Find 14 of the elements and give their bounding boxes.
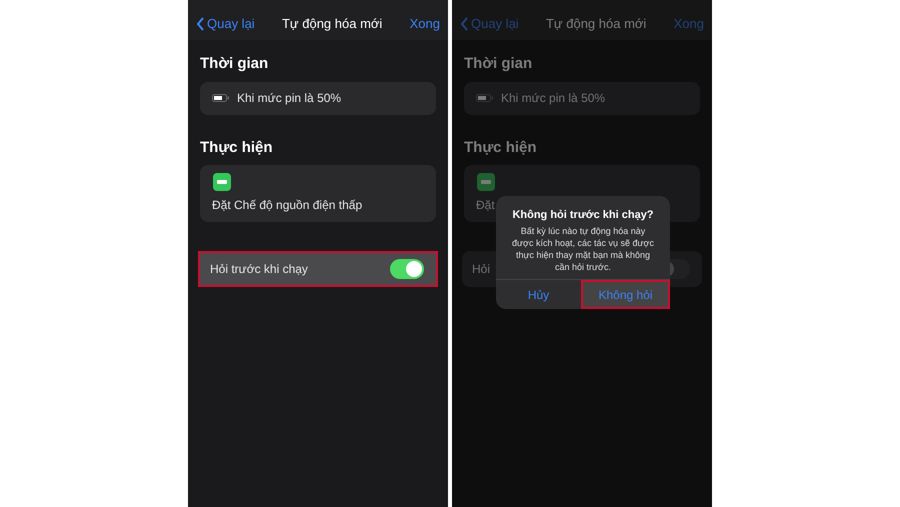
screen-title: Tự động hóa mới [282, 15, 382, 34]
section-heading: Thực hiện [464, 138, 537, 158]
section-heading: Thời gian [464, 54, 532, 74]
row-label: Hỏi [472, 261, 490, 278]
section-heading: Thực hiện [200, 138, 273, 158]
action-label: Đặt [476, 197, 495, 214]
screen-title: Tự động hóa mới [546, 15, 646, 34]
dialog-title: Không hỏi trước khi chạy? [512, 208, 654, 222]
action-label: Đặt Chế độ nguồn điện thấp [212, 197, 362, 214]
section-heading: Thời gian [200, 54, 268, 74]
dialog-message: Bất kỳ lúc nào tự động hóa này được kích hoạt, các tác vụ sẽ được thực hiện thay mặt bạn mà không cần hỏi trước. [511, 225, 655, 273]
trigger-label: Khi mức pin là 50% [501, 90, 606, 107]
trigger-label: Khi mức pin là 50% [237, 90, 342, 107]
row-label: Hỏi trước khi chạy [210, 261, 308, 278]
